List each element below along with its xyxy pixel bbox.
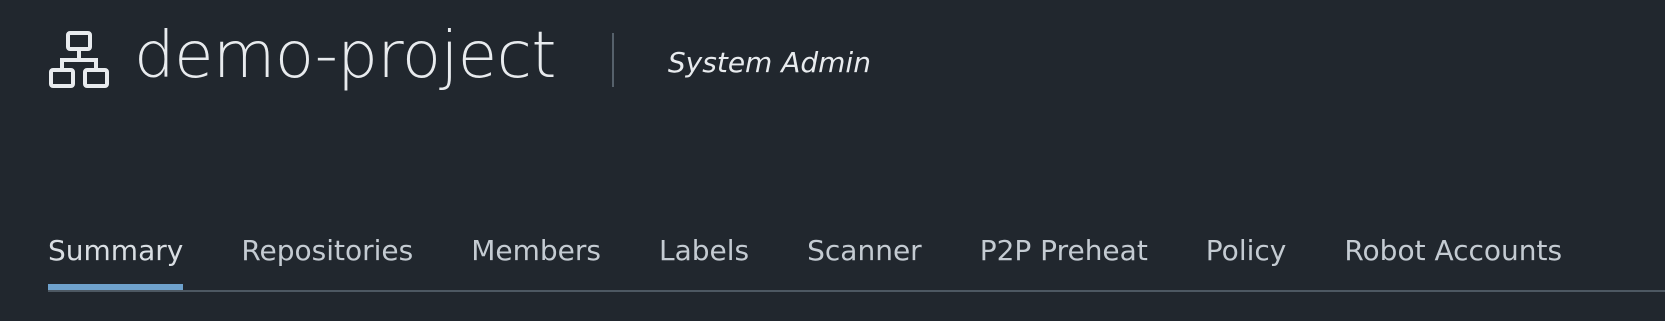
tab-repositories[interactable]: Repositories — [241, 228, 413, 288]
project-tabs: Summary Repositories Members Labels Scan… — [48, 228, 1665, 292]
tab-robot-accounts[interactable]: Robot Accounts — [1344, 228, 1562, 288]
title-divider — [611, 33, 614, 87]
project-header: demo-project System Admin — [48, 20, 871, 100]
project-title: demo-project — [134, 19, 556, 93]
tab-policy[interactable]: Policy — [1206, 228, 1287, 288]
project-hierarchy-icon — [49, 31, 109, 88]
tab-summary[interactable]: Summary — [48, 228, 184, 290]
tab-members[interactable]: Members — [471, 228, 601, 288]
tab-p2p-preheat[interactable]: P2P Preheat — [980, 228, 1148, 288]
tab-labels[interactable]: Labels — [659, 228, 749, 288]
tab-scanner[interactable]: Scanner — [807, 228, 922, 288]
user-role-label: System Admin — [667, 45, 871, 79]
